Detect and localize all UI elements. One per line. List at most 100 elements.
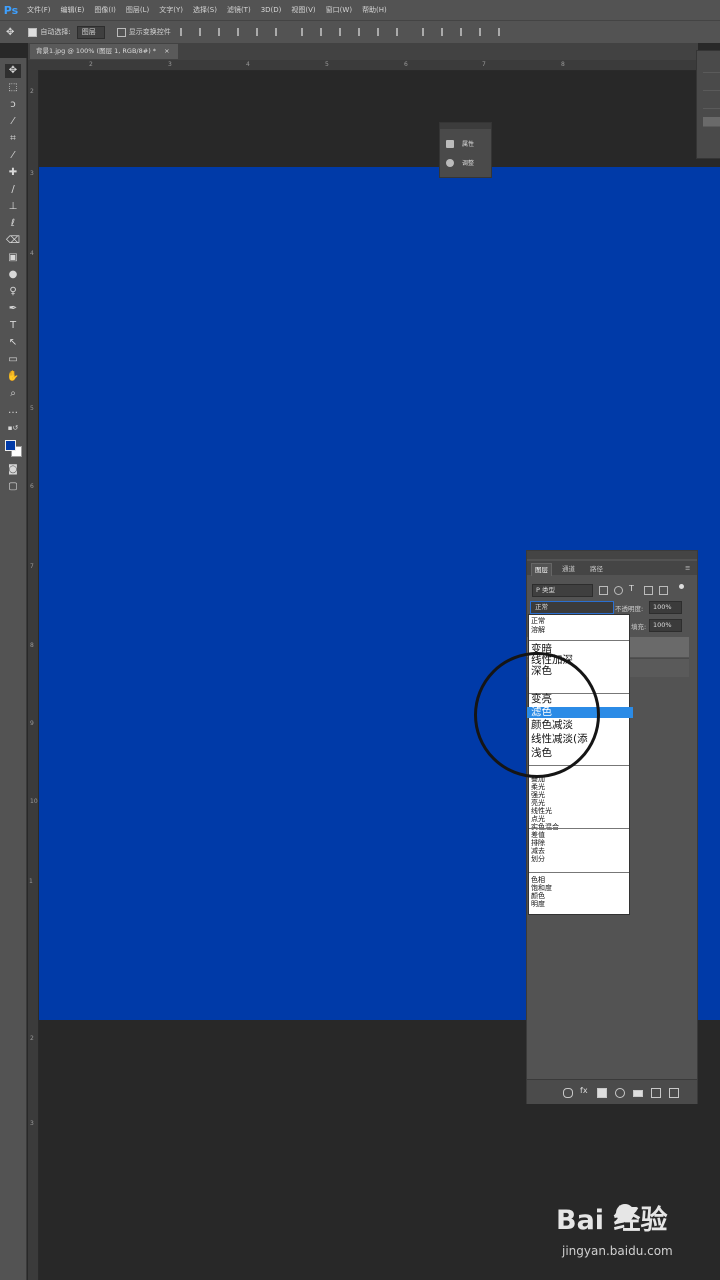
move-icon[interactable]: ✥: [5, 64, 21, 78]
filter-toggle-icon[interactable]: [679, 584, 684, 589]
healing-brush-icon[interactable]: ✚: [5, 166, 21, 180]
filter-adjustment-icon[interactable]: [614, 586, 623, 595]
blend-option-color[interactable]: 颜色: [531, 893, 545, 900]
close-icon[interactable]: ×: [164, 47, 169, 55]
screen-mode-icon[interactable]: ▢: [5, 480, 21, 494]
zoom-icon[interactable]: ⌕: [5, 387, 21, 401]
align-middle-icon[interactable]: [255, 28, 266, 36]
history-brush-icon[interactable]: ℓ: [5, 217, 21, 231]
auto-select-target-dropdown[interactable]: 图层: [76, 25, 105, 39]
panel-menu-icon[interactable]: ≡: [685, 564, 690, 572]
menu-edit[interactable]: 编辑(E): [56, 5, 90, 15]
blend-option-vivid-light[interactable]: 亮光: [531, 800, 545, 807]
delete-layer-icon[interactable]: [669, 1088, 679, 1098]
new-layer-icon[interactable]: [651, 1088, 661, 1098]
blend-option-dissolve[interactable]: 溶解: [531, 627, 545, 634]
opacity-input[interactable]: 100%: [649, 601, 682, 614]
history-row[interactable]: [703, 63, 720, 73]
add-mask-icon[interactable]: [597, 1088, 607, 1098]
tab-channels[interactable]: 通道: [559, 563, 578, 575]
distribute-middle-icon[interactable]: [319, 28, 330, 36]
foreground-color-swatch[interactable]: [5, 440, 16, 451]
kind-filter-dropdown[interactable]: P 类型: [532, 584, 593, 597]
3d-roll-icon[interactable]: [459, 28, 470, 36]
quick-select-icon[interactable]: ⁄: [5, 115, 21, 129]
blend-option-linear-light[interactable]: 线性光: [531, 808, 552, 815]
hand-icon[interactable]: ✋: [5, 370, 21, 384]
properties-item[interactable]: 属性: [446, 139, 474, 148]
blend-mode-dropdown[interactable]: 正常: [530, 601, 614, 614]
rectangle-icon[interactable]: ▭: [5, 353, 21, 367]
menu-layer[interactable]: 图层(L): [121, 5, 154, 15]
fx-icon[interactable]: fx: [580, 1086, 588, 1095]
auto-align-icon[interactable]: [421, 28, 432, 36]
clone-stamp-icon[interactable]: ⊥: [5, 200, 21, 214]
menu-window[interactable]: 窗口(W): [321, 5, 357, 15]
move-tool-icon[interactable]: ✥: [6, 27, 14, 38]
blend-option-divide[interactable]: 划分: [531, 856, 545, 863]
distribute-left-icon[interactable]: [357, 28, 368, 36]
blend-option-subtract[interactable]: 减去: [531, 848, 545, 855]
filter-smart-object-icon[interactable]: [659, 586, 668, 595]
blur-icon[interactable]: ●: [5, 268, 21, 282]
blend-option-hue[interactable]: 色相: [531, 877, 545, 884]
3d-slide-icon[interactable]: [497, 28, 508, 36]
menu-3d[interactable]: 3D(D): [256, 6, 287, 14]
panel-titlebar[interactable]: [440, 123, 491, 129]
distribute-top-icon[interactable]: [300, 28, 311, 36]
fill-input[interactable]: 100%: [649, 619, 682, 632]
blend-option-luminosity[interactable]: 明度: [531, 901, 545, 908]
menu-view[interactable]: 视图(V): [286, 5, 320, 15]
marquee-icon[interactable]: ⬚: [5, 81, 21, 95]
brush-icon[interactable]: /: [5, 183, 21, 197]
path-select-icon[interactable]: ↖: [5, 336, 21, 350]
gradient-icon[interactable]: ▣: [5, 251, 21, 265]
blend-option-exclusion[interactable]: 排除: [531, 840, 545, 847]
blend-option-normal[interactable]: 正常: [531, 618, 545, 625]
auto-select-checkbox[interactable]: [28, 27, 38, 37]
type-icon[interactable]: T: [5, 319, 21, 333]
distribute-center-icon[interactable]: [376, 28, 387, 36]
history-row[interactable]: [703, 81, 720, 91]
filter-pixel-icon[interactable]: [599, 586, 608, 595]
align-center-icon[interactable]: [198, 28, 209, 36]
align-bottom-icon[interactable]: [274, 28, 285, 36]
menu-select[interactable]: 选择(S): [188, 5, 222, 15]
new-group-icon[interactable]: [633, 1090, 643, 1097]
distribute-bottom-icon[interactable]: [338, 28, 349, 36]
auto-select-option[interactable]: 自动选择:: [28, 27, 71, 37]
3d-orbit-icon[interactable]: [440, 28, 451, 36]
blend-option-soft-light[interactable]: 柔光: [531, 784, 545, 791]
align-top-icon[interactable]: [236, 28, 247, 36]
adjustments-item[interactable]: 调整: [446, 158, 474, 167]
eyedropper-icon[interactable]: ⁄: [5, 149, 21, 163]
crop-icon[interactable]: ⌗: [5, 132, 21, 146]
document-tab[interactable]: 背景1.jpg @ 100% (图层 1, RGB/8#) * ×: [30, 44, 178, 59]
show-transform-checkbox[interactable]: [116, 27, 126, 37]
history-row[interactable]: [703, 99, 720, 109]
filter-shape-icon[interactable]: [644, 586, 653, 595]
blend-option-difference[interactable]: 差值: [531, 832, 545, 839]
history-row[interactable]: [703, 117, 720, 127]
menu-help[interactable]: 帮助(H): [357, 5, 392, 15]
show-transform-option[interactable]: 显示变换控件: [116, 27, 171, 37]
new-adjustment-layer-icon[interactable]: [615, 1088, 625, 1098]
menu-image[interactable]: 图像(I): [89, 5, 121, 15]
blend-option-pin-light[interactable]: 点光: [531, 816, 545, 823]
eraser-icon[interactable]: ⌫: [5, 234, 21, 248]
align-left-icon[interactable]: [179, 28, 190, 36]
menu-file[interactable]: 文件(F): [22, 5, 56, 15]
lasso-icon[interactable]: ↄ: [5, 98, 21, 112]
menu-filter[interactable]: 滤镜(T): [222, 5, 256, 15]
panel-titlebar[interactable]: [527, 551, 697, 559]
distribute-right-icon[interactable]: [395, 28, 406, 36]
3d-pan-icon[interactable]: [478, 28, 489, 36]
align-right-icon[interactable]: [217, 28, 228, 36]
quick-mask-icon[interactable]: ◙: [5, 463, 21, 477]
more-tools-icon[interactable]: …: [5, 404, 21, 418]
tab-paths[interactable]: 路径: [587, 563, 606, 575]
link-layers-icon[interactable]: [563, 1088, 573, 1098]
blend-option-saturation[interactable]: 饱和度: [531, 885, 552, 892]
swap-colors-icon[interactable]: ▪↺: [5, 421, 21, 435]
menu-type[interactable]: 文字(Y): [154, 5, 188, 15]
